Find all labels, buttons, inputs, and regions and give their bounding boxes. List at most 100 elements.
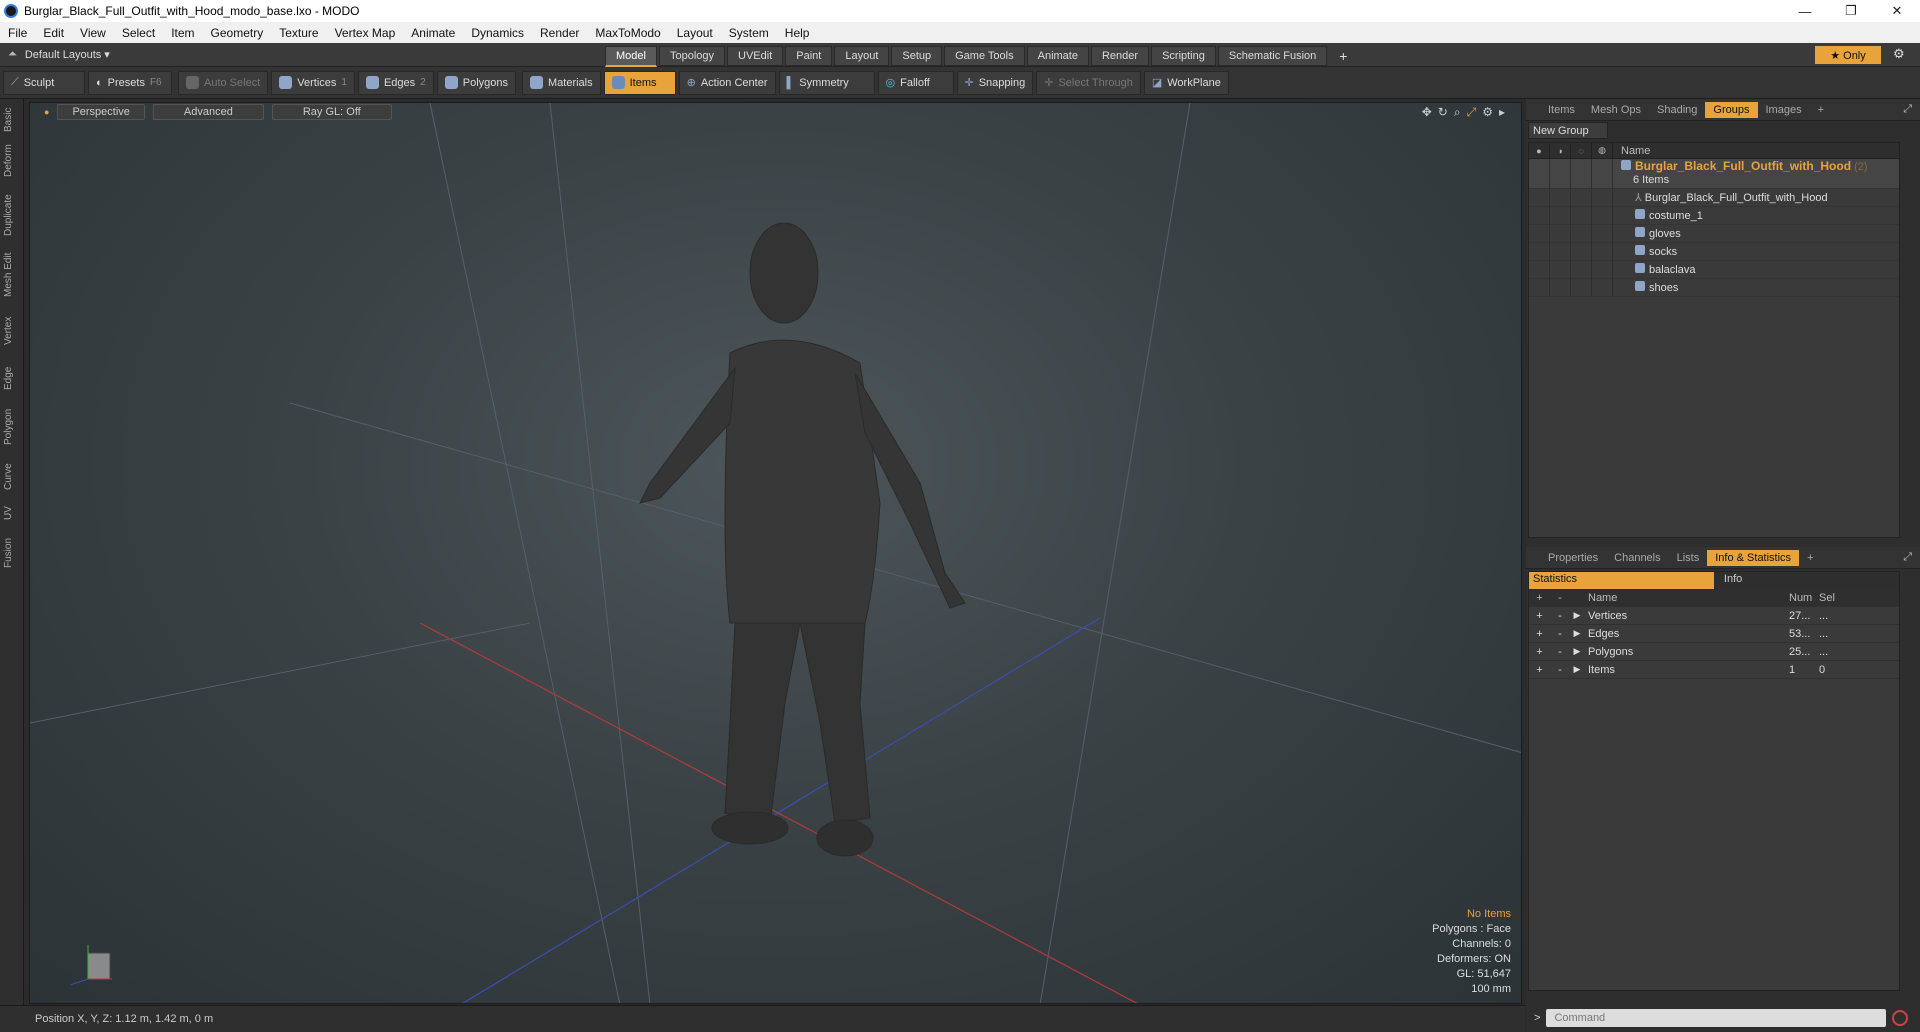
- menu-dynamics[interactable]: Dynamics: [463, 26, 532, 40]
- stat-row-vertices[interactable]: + - ▶ Vertices 27......: [1529, 607, 1899, 625]
- menu-maxtomodo[interactable]: MaxToModo: [587, 26, 668, 40]
- tab-uv[interactable]: UV: [3, 501, 21, 525]
- stat-row-items[interactable]: + - ▶ Items 1 0: [1529, 661, 1899, 679]
- expand-arrow-icon[interactable]: ▶: [1570, 628, 1584, 639]
- expand-arrow-icon[interactable]: ▶: [1570, 646, 1584, 657]
- tab-mesh-edit[interactable]: Mesh Edit: [3, 249, 21, 301]
- bottom-panel-expand-icon[interactable]: ⤢: [1903, 551, 1912, 564]
- tree-item[interactable]: shoes: [1529, 278, 1899, 297]
- viewport-settings-icon[interactable]: ⚙: [1482, 105, 1493, 120]
- expand-arrow-icon[interactable]: ▶: [1570, 664, 1584, 675]
- add-panel-tab[interactable]: +: [1810, 102, 1832, 118]
- tab-properties[interactable]: Properties: [1540, 550, 1606, 566]
- menu-edit[interactable]: Edit: [35, 26, 72, 40]
- viewport-expand-icon[interactable]: ▸: [1499, 105, 1505, 120]
- menu-animate[interactable]: Animate: [403, 26, 463, 40]
- select-column-icon[interactable]: ◍: [1592, 142, 1613, 159]
- tab-basic[interactable]: Basic: [3, 105, 21, 135]
- tab-uvedit[interactable]: UVEdit: [727, 46, 784, 66]
- tab-model[interactable]: Model: [605, 45, 657, 67]
- menu-layout[interactable]: Layout: [669, 26, 721, 40]
- visibility-column-icon[interactable]: ●: [1529, 142, 1550, 159]
- expand-all-icon[interactable]: +: [1529, 592, 1550, 604]
- sculpt-button[interactable]: ⟋ Sculpt: [3, 70, 85, 95]
- group-lock[interactable]: [1571, 158, 1592, 189]
- menu-vertex-map[interactable]: Vertex Map: [327, 26, 404, 40]
- group-row[interactable]: Burglar_Black_Full_Outfit_with_Hood (2) …: [1529, 158, 1899, 189]
- remove-icon[interactable]: -: [1550, 646, 1570, 658]
- close-button[interactable]: ✕: [1874, 0, 1920, 22]
- tab-setup[interactable]: Setup: [891, 46, 943, 66]
- command-input[interactable]: Command: [1546, 1009, 1887, 1027]
- fit-icon[interactable]: ⤢: [1467, 105, 1477, 120]
- subtab-statistics[interactable]: Statistics: [1529, 572, 1714, 589]
- tab-render[interactable]: Render: [1090, 46, 1150, 66]
- tab-schematic-fusion[interactable]: Schematic Fusion: [1217, 46, 1328, 66]
- tab-info-statistics[interactable]: Info & Statistics: [1707, 549, 1800, 566]
- add-icon[interactable]: +: [1529, 646, 1550, 658]
- pan-icon[interactable]: ✥: [1422, 105, 1432, 120]
- panel-expand-icon[interactable]: ⤢: [1903, 103, 1912, 116]
- maximize-button[interactable]: ❐: [1828, 0, 1874, 22]
- tab-topology[interactable]: Topology: [658, 46, 726, 66]
- snapping-button[interactable]: ✛ Snapping: [956, 70, 1034, 95]
- tree-item[interactable]: ⅄ Burglar_Black_Full_Outfit_with_Hood: [1529, 188, 1899, 207]
- 3d-viewport[interactable]: ● Perspective Advanced Ray GL: Off ✥ ↻ ⌕…: [29, 102, 1522, 1004]
- tab-deform[interactable]: Deform: [3, 141, 21, 181]
- add-icon[interactable]: +: [1529, 628, 1550, 640]
- stat-row-edges[interactable]: + - ▶ Edges 53......: [1529, 625, 1899, 643]
- materials-button[interactable]: Materials: [522, 70, 601, 95]
- tab-polygon[interactable]: Polygon: [3, 404, 21, 450]
- workplane-button[interactable]: ◪ WorkPlane: [1143, 70, 1229, 95]
- tab-scripting[interactable]: Scripting: [1151, 46, 1216, 66]
- gear-icon[interactable]: ⚙: [1893, 46, 1905, 62]
- tab-groups[interactable]: Groups: [1705, 101, 1758, 118]
- edges-button[interactable]: Edges 2: [357, 70, 434, 95]
- tab-layout[interactable]: Layout: [834, 46, 890, 66]
- group-select[interactable]: [1592, 158, 1613, 189]
- remove-icon[interactable]: -: [1550, 664, 1570, 676]
- collapse-icon[interactable]: ⏶: [8, 48, 17, 61]
- rotate-icon[interactable]: ↻: [1438, 105, 1448, 120]
- tab-animate[interactable]: Animate: [1026, 46, 1089, 66]
- falloff-button[interactable]: ◎ Falloff: [877, 70, 954, 95]
- only-button[interactable]: ★ Only: [1815, 46, 1881, 64]
- remove-icon[interactable]: -: [1550, 628, 1570, 640]
- vertices-button[interactable]: Vertices 1: [271, 70, 355, 95]
- new-group-button[interactable]: New Group: [1528, 122, 1608, 139]
- expand-arrow-icon[interactable]: ▶: [1570, 610, 1584, 621]
- collapse-all-icon[interactable]: -: [1550, 592, 1570, 604]
- default-layouts-dropdown[interactable]: Default Layouts ▾: [25, 48, 110, 61]
- items-button[interactable]: Items: [603, 70, 676, 95]
- tree-item[interactable]: socks: [1529, 242, 1899, 261]
- record-icon[interactable]: [1892, 1010, 1909, 1026]
- tab-edge[interactable]: Edge: [3, 361, 21, 395]
- stat-row-polygons[interactable]: + - ▶ Polygons 25......: [1529, 643, 1899, 661]
- advanced-dropdown[interactable]: Advanced: [152, 104, 264, 120]
- menu-render[interactable]: Render: [532, 26, 587, 40]
- select-through-button[interactable]: ✛ Select Through: [1036, 70, 1141, 95]
- tab-lists[interactable]: Lists: [1669, 550, 1708, 566]
- tree-item[interactable]: gloves: [1529, 224, 1899, 243]
- add-icon[interactable]: +: [1529, 664, 1550, 676]
- menu-item[interactable]: Item: [163, 26, 202, 40]
- raygl-dropdown[interactable]: Ray GL: Off: [271, 104, 392, 120]
- perspective-dropdown[interactable]: Perspective: [57, 104, 145, 120]
- menu-view[interactable]: View: [72, 26, 114, 40]
- action-center-button[interactable]: ⊕ Action Center: [678, 70, 776, 95]
- tab-vertex[interactable]: Vertex: [3, 311, 21, 351]
- menu-help[interactable]: Help: [777, 26, 818, 40]
- viewport-menu-dot[interactable]: ●: [44, 107, 49, 117]
- presets-button[interactable]: ◐ Presets F6: [88, 70, 172, 95]
- tab-duplicate[interactable]: Duplicate: [3, 189, 21, 241]
- add-icon[interactable]: +: [1529, 610, 1550, 622]
- menu-geometry[interactable]: Geometry: [203, 26, 272, 40]
- group-render[interactable]: [1550, 158, 1571, 189]
- tab-images[interactable]: Images: [1758, 102, 1810, 118]
- group-visibility[interactable]: [1529, 158, 1550, 189]
- tab-items[interactable]: Items: [1540, 102, 1583, 118]
- subtab-info[interactable]: Info: [1714, 572, 1899, 589]
- tab-paint[interactable]: Paint: [785, 46, 833, 66]
- menu-file[interactable]: File: [0, 26, 35, 40]
- symmetry-button[interactable]: ▌ Symmetry: [778, 70, 875, 95]
